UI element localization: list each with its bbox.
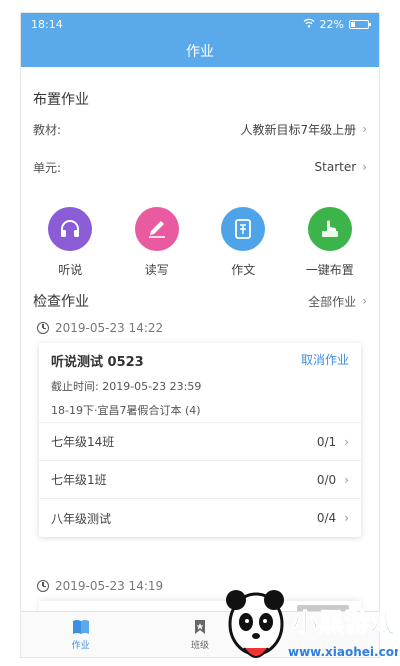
book-icon [72,619,90,635]
nav-bar: 作业 [21,35,379,67]
clock-icon [37,580,49,592]
app-screen: 18:14 22% 作业 布置作业 教材: 人教新目标7年级上册 › 单元: S… [20,12,380,658]
class-count: 0/0 [316,472,337,487]
headphones-icon [48,207,93,251]
tab-label: 作业 [71,640,90,651]
watermark-logo: 小黑游戏 www.xiaohei.com [226,590,398,659]
book-text: 18-19下·宜昌7暑假合订本 (4) [51,404,201,417]
timestamp-text: 2019-05-23 14:22 [55,321,164,335]
homework-card: 听说测试 0523 取消作业 截止时间: 2019-05-23 23:59 18… [39,343,361,537]
assign-section-title: 布置作业 [33,92,89,108]
all-homework-label: 全部作业 [308,294,357,309]
class-count: 0/1 [316,434,337,449]
unit-label: 单元: [33,160,62,175]
action-composition[interactable]: 作文 [208,207,278,278]
page-title: 作业 [186,44,214,60]
status-bar: 18:14 22% [21,13,379,35]
unit-value: Starter [314,160,357,174]
wifi-icon [303,18,315,31]
svg-text:www.xiaohei.com: www.xiaohei.com [288,645,398,659]
battery-percent: 22% [319,17,344,31]
chevron-right-icon: › [344,434,349,449]
deadline-text: 截止时间: 2019-05-23 23:59 [51,380,202,393]
action-label: 作文 [231,263,256,277]
svg-text:小黑游戏: 小黑游戏 [292,609,396,639]
chevron-right-icon: › [362,294,367,308]
class-row[interactable]: 八年级测试 0/4 › [39,499,361,537]
chevron-right-icon: › [362,160,367,174]
timestamp-text: 2019-05-23 14:19 [55,579,164,593]
group-timestamp: 2019-05-23 14:19 [37,579,163,593]
check-section-title: 检查作业 [33,294,89,310]
action-label: 听说 [58,263,83,277]
class-row[interactable]: 七年级14班 0/1 › [39,423,361,461]
pencil-icon [134,207,179,251]
class-count: 0/4 [316,511,337,525]
chevron-right-icon: › [362,122,367,136]
clock-icon [37,322,49,334]
assign-actions: 听说 读写 作文 一键布置 [21,207,379,278]
status-time: 18:14 [31,17,63,31]
action-label: 一键布置 [305,263,354,277]
all-homework-link[interactable]: 全部作业 › [308,293,367,310]
check-header: 检查作业 全部作业 › [33,291,367,311]
hand-pointer-icon [307,207,352,251]
class-name: 七年级1班 [51,473,107,487]
battery-icon [349,19,371,29]
chevron-right-icon: › [344,511,349,525]
tab-homework[interactable]: 作业 [21,612,140,657]
action-read-write[interactable]: 读写 [122,207,192,278]
composition-icon [221,207,266,251]
main-content: 布置作业 教材: 人教新目标7年级上册 › 单元: Starter › 听说 读… [21,67,379,611]
group-timestamp: 2019-05-23 14:22 [37,321,163,335]
textbook-label: 教材: [33,122,62,137]
textbook-row[interactable]: 教材: 人教新目标7年级上册 › [33,119,367,139]
chevron-right-icon: › [344,472,349,487]
bookmark-icon [191,619,209,635]
tab-label: 班级 [190,640,209,651]
class-row[interactable]: 七年级1班 0/0 › [39,461,361,499]
action-listen-speak[interactable]: 听说 [35,207,105,278]
action-label: 读写 [144,263,169,277]
cancel-homework-button[interactable]: 取消作业 [301,351,349,368]
textbook-value: 人教新目标7年级上册 [240,122,357,137]
class-name: 七年级14班 [51,435,115,449]
class-name: 八年级测试 [51,511,112,526]
card-header: 听说测试 0523 取消作业 截止时间: 2019-05-23 23:59 18… [39,343,361,423]
action-one-click-assign[interactable]: 一键布置 [295,207,365,278]
unit-row[interactable]: 单元: Starter › [33,157,367,177]
